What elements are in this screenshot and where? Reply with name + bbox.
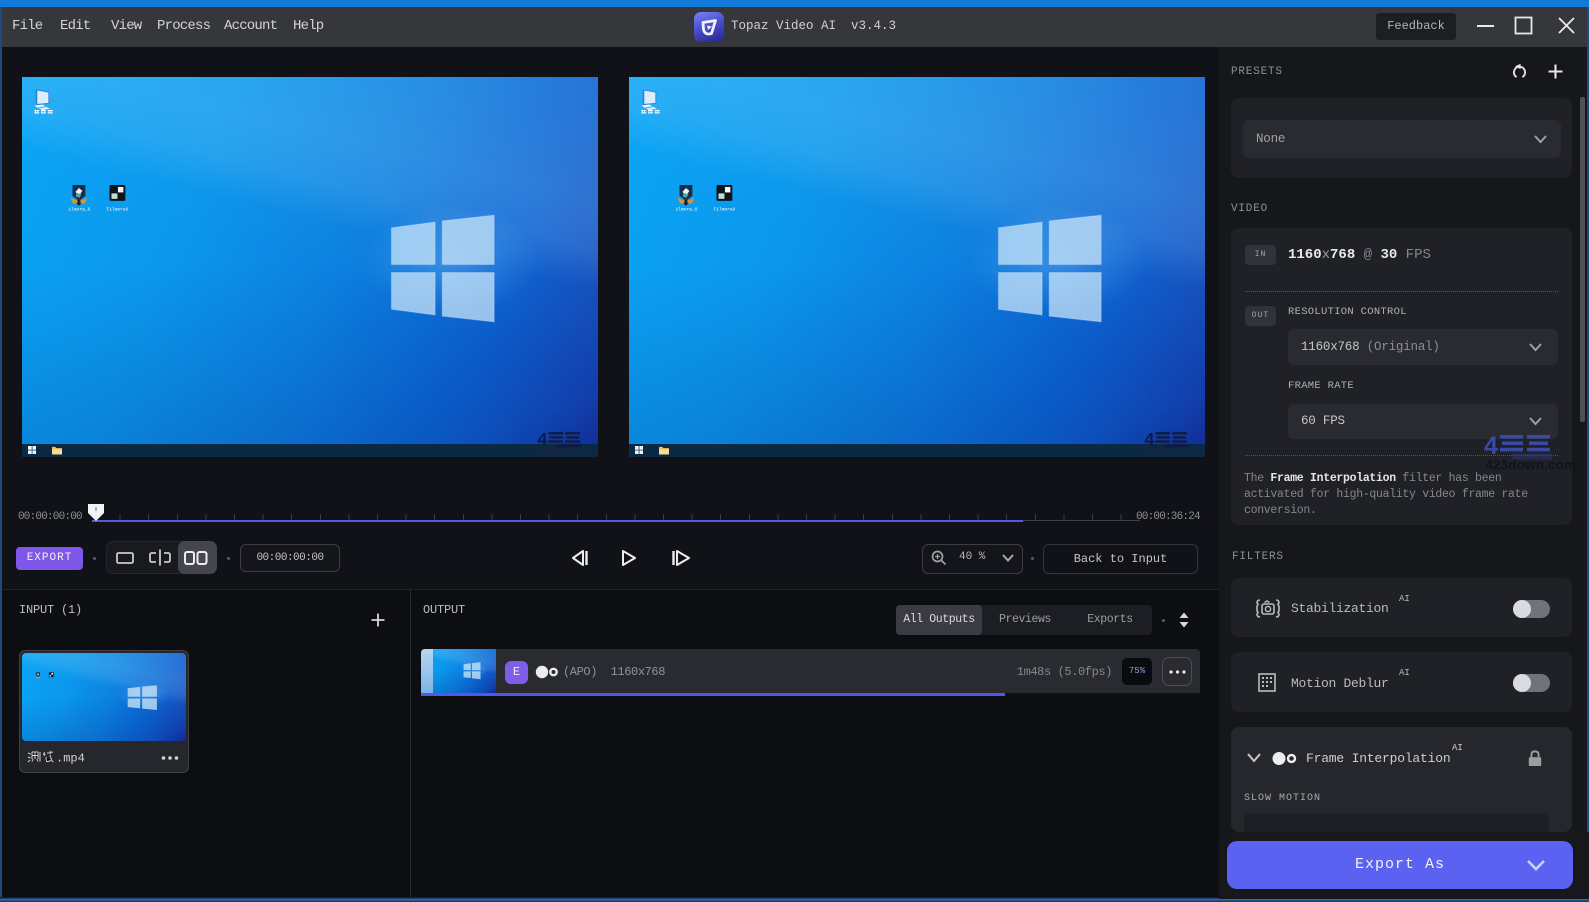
svg-text:ilmora_64..: ilmora_64..	[69, 207, 90, 212]
svg-text:4: 4	[1144, 429, 1154, 449]
svg-text:.mp4: .mp4	[56, 752, 85, 766]
svg-text:4: 4	[537, 429, 547, 449]
svg-text:423down.com: 423down.com	[1485, 458, 1576, 473]
svg-text:423down.com: 423down.com	[537, 448, 598, 457]
svg-text:ilmora_64..: ilmora_64..	[676, 207, 697, 212]
svg-text:FilmoraX...: FilmoraX...	[714, 207, 735, 212]
svg-text:4: 4	[1484, 432, 1498, 460]
svg-text:FilmoraX...: FilmoraX...	[107, 207, 128, 212]
svg-text:423down.com: 423down.com	[1144, 448, 1205, 457]
